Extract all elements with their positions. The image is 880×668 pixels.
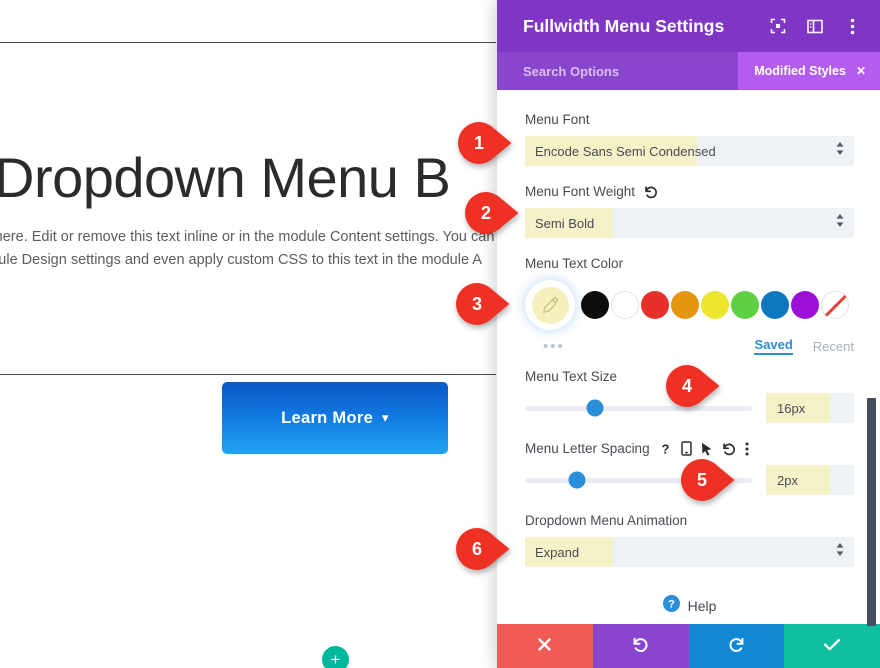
- swatch-red[interactable]: [641, 291, 669, 319]
- fullwidth-menu-settings-modal: Fullwidth Menu Settings Search Options M…: [496, 0, 880, 668]
- help-label: Help: [687, 598, 717, 614]
- callout-number: 2: [480, 202, 491, 223]
- slider-handle[interactable]: [586, 399, 604, 417]
- dropdown-menu-animation-value: Expand: [535, 544, 580, 560]
- swatch-yellow[interactable]: [701, 291, 729, 319]
- field-menu-font-weight: Menu Font Weight Semi Bold: [525, 184, 854, 238]
- menu-font-value: Encode Sans Semi Condensed: [535, 143, 716, 159]
- page-paragraph-line-1: ent goes here. Edit or remove this text …: [0, 229, 517, 245]
- svg-text:?: ?: [661, 442, 669, 456]
- menu-letter-spacing-label: Menu Letter Spacing: [525, 441, 650, 456]
- menu-text-color-label: Menu Text Color: [525, 256, 624, 271]
- reset-icon[interactable]: [644, 185, 658, 199]
- more-colors-icon[interactable]: •••: [525, 339, 754, 354]
- callout-number: 3: [471, 293, 482, 314]
- color-swatch-meta: ••• Saved Recent: [525, 337, 854, 355]
- search-input[interactable]: Search Options: [523, 64, 738, 79]
- close-icon: [537, 637, 552, 655]
- callout-number: 6: [471, 538, 482, 559]
- swatch-orange[interactable]: [671, 291, 699, 319]
- modified-styles-label: Modified Styles: [754, 64, 846, 78]
- select-arrow-icon: [836, 214, 844, 232]
- modal-body: Menu Font Encode Sans Semi Condensed Men…: [497, 90, 880, 624]
- dropdown-menu-animation-select[interactable]: Expand: [525, 537, 854, 567]
- screenshot-root: Dropdown Menu B ent goes here. Edit or r…: [0, 0, 880, 668]
- tab-recent-colors[interactable]: Recent: [813, 339, 854, 354]
- kebab-menu-icon[interactable]: [745, 442, 749, 456]
- menu-letter-spacing-label-row: Menu Letter Spacing ?: [525, 441, 854, 456]
- kebab-menu-icon[interactable]: [842, 16, 862, 36]
- swatch-black[interactable]: [581, 291, 609, 319]
- learn-more-label: Learn More: [281, 408, 374, 427]
- swatch-white[interactable]: [611, 291, 639, 319]
- callout-number: 1: [473, 132, 484, 153]
- callout-pin-1: 1: [458, 122, 512, 164]
- layout-panel-icon[interactable]: [805, 16, 825, 36]
- menu-letter-spacing-input[interactable]: 2px: [766, 465, 854, 495]
- help-row[interactable]: ? Help: [525, 595, 854, 617]
- settings-panel-scrollbar[interactable]: [867, 398, 876, 626]
- fullscreen-icon[interactable]: [768, 16, 788, 36]
- plus-icon: +: [330, 650, 341, 668]
- dropdown-menu-animation-label: Dropdown Menu Animation: [525, 513, 688, 528]
- page-paragraph-line-2: module Design settings and even apply cu…: [0, 252, 482, 269]
- menu-letter-spacing-value: 2px: [777, 472, 798, 488]
- page-paragraph: ent goes here. Edit or remove this text …: [0, 226, 526, 273]
- close-icon[interactable]: ✕: [856, 64, 866, 78]
- menu-font-weight-select[interactable]: Semi Bold: [525, 208, 854, 238]
- redo-icon: [728, 636, 745, 656]
- callout-pin-4: 4: [666, 365, 720, 407]
- modal-header: Fullwidth Menu Settings: [497, 0, 880, 52]
- menu-font-weight-label-row: Menu Font Weight: [525, 184, 854, 199]
- undo-icon: [632, 636, 649, 656]
- color-swatch-row: [525, 280, 854, 330]
- swatch-purple[interactable]: [791, 291, 819, 319]
- reset-icon[interactable]: [722, 442, 736, 456]
- callout-pin-6: 6: [456, 528, 510, 570]
- learn-more-button[interactable]: Learn More ▾: [222, 382, 448, 454]
- field-menu-font: Menu Font Encode Sans Semi Condensed: [525, 112, 854, 166]
- save-button[interactable]: [784, 624, 880, 668]
- eyedropper-icon: [531, 286, 569, 324]
- menu-font-select[interactable]: Encode Sans Semi Condensed: [525, 136, 854, 166]
- modal-search-bar: Search Options Modified Styles ✕: [497, 52, 880, 90]
- responsive-device-icon[interactable]: [680, 441, 692, 456]
- field-menu-text-color: Menu Text Color ••• Saved Recent: [525, 256, 854, 355]
- menu-font-label: Menu Font: [525, 112, 590, 127]
- callout-number: 5: [696, 469, 707, 490]
- callout-number: 4: [681, 375, 692, 396]
- add-module-button[interactable]: +: [322, 646, 349, 668]
- swatch-transparent[interactable]: [821, 291, 849, 319]
- callout-pin-3: 3: [456, 283, 510, 325]
- help-icon[interactable]: ?: [659, 442, 672, 456]
- cancel-button[interactable]: [497, 624, 593, 668]
- field-dropdown-menu-animation: Dropdown Menu Animation Expand: [525, 513, 854, 567]
- menu-text-size-input[interactable]: 16px: [766, 393, 854, 423]
- modified-styles-filter[interactable]: Modified Styles ✕: [738, 52, 880, 90]
- modal-header-icons: [768, 16, 862, 36]
- chevron-down-icon: ▾: [382, 410, 389, 425]
- page-title: Dropdown Menu B: [0, 146, 451, 209]
- hover-cursor-icon[interactable]: [701, 442, 713, 456]
- menu-font-weight-value: Semi Bold: [535, 215, 595, 231]
- callout-pin-5: 5: [681, 459, 735, 501]
- modal-footer: [497, 624, 880, 668]
- menu-font-weight-label: Menu Font Weight: [525, 184, 636, 199]
- menu-text-size-value: 16px: [777, 400, 806, 416]
- select-arrow-icon: [836, 543, 844, 561]
- swatch-green[interactable]: [731, 291, 759, 319]
- slider-handle[interactable]: [568, 471, 586, 489]
- redo-button[interactable]: [688, 624, 785, 668]
- undo-button[interactable]: [592, 624, 689, 668]
- color-picker-button[interactable]: [525, 280, 575, 330]
- callout-pin-2: 2: [465, 192, 519, 234]
- tab-saved-colors[interactable]: Saved: [754, 337, 793, 355]
- swatch-blue[interactable]: [761, 291, 789, 319]
- check-icon: [823, 637, 841, 655]
- modal-title: Fullwidth Menu Settings: [523, 15, 725, 36]
- help-circle-icon: ?: [662, 595, 680, 617]
- svg-text:?: ?: [668, 599, 675, 611]
- select-arrow-icon: [836, 142, 844, 160]
